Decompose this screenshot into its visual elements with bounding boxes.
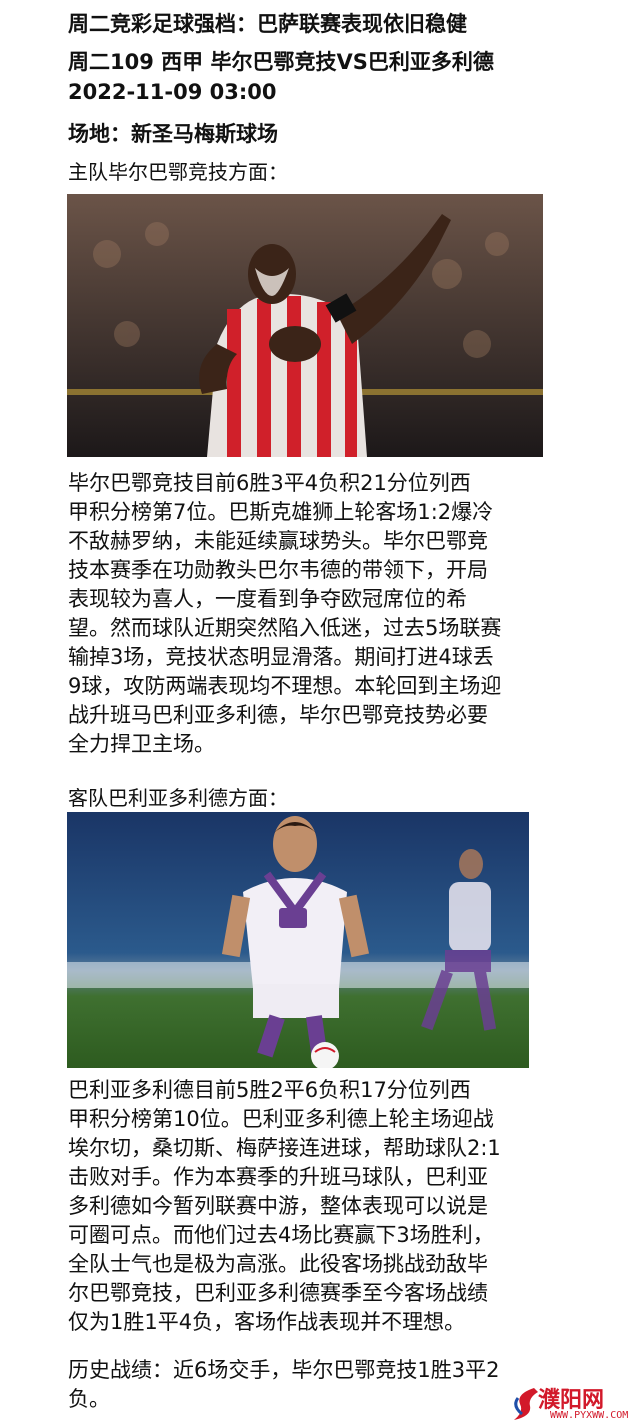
paragraph-line: 望。然而球队近期突然陷入低迷，过去5场联赛 (68, 616, 502, 640)
paragraph-line: 战升班马巴利亚多利德，毕尔巴鄂竞技势必要 (68, 703, 488, 727)
paragraph-line: 埃尔切，桑切斯、梅萨接连进球，帮助球队2:1 (68, 1136, 501, 1160)
paragraph-line: 多利德如今暂列联赛中游，整体表现可以说是 (68, 1194, 488, 1218)
paragraph-line: 技本赛季在功勋教头巴尔韦德的带领下，开局 (68, 558, 488, 582)
paragraph-line: 击败对手。作为本赛季的升班马球队，巴利亚 (68, 1165, 488, 1189)
site-watermark: 濮阳网 WWW.PYXWW.COM (508, 1380, 642, 1428)
venue: 场地：新圣马梅斯球场 (68, 122, 278, 146)
paragraph-line: 可圈可点。而他们过去4场比赛赢下3场胜利， (68, 1223, 494, 1247)
article-root: 周二竞彩足球强档：巴萨联赛表现依旧稳健 周二109 西甲 毕尔巴鄂竞技VS巴利亚… (0, 0, 642, 1428)
paragraph-line: 巴利亚多利德目前5胜2平6负积17分位列西 (68, 1078, 471, 1102)
paragraph-line: 全力捍卫主场。 (68, 732, 215, 756)
paragraph-line: 不敌赫罗纳，未能延续赢球势头。毕尔巴鄂竞 (68, 529, 488, 553)
paragraph-line: 输掉3场，竞技状态明显滑落。期间打进4球丢 (68, 645, 494, 669)
match-line: 周二109 西甲 毕尔巴鄂竞技VS巴利亚多利德 (68, 50, 494, 74)
watermark-logo-icon (514, 1388, 538, 1420)
away-paragraph: 巴利亚多利德目前5胜2平6负积17分位列西 甲积分榜第10位。巴利亚多利德上轮主… (68, 1076, 588, 1337)
paragraph-line: 表现较为喜人，一度看到争夺欧冠席位的希 (68, 587, 467, 611)
away-player-photo (67, 812, 529, 1068)
paragraph-line: 毕尔巴鄂竞技目前6胜3平4负积21分位列西 (68, 471, 471, 495)
paragraph-line: 仅为1胜1平4负，客场作战表现并不理想。 (68, 1310, 466, 1334)
home-paragraph: 毕尔巴鄂竞技目前6胜3平4负积21分位列西 甲积分榜第7位。巴斯克雄狮上轮客场1… (68, 469, 588, 759)
paragraph-line: 尔巴鄂竞技，巴利亚多利德赛季至今客场战绩 (68, 1281, 488, 1305)
match-datetime: 2022-11-09 03:00 (68, 80, 277, 104)
home-heading: 主队毕尔巴鄂竞技方面： (68, 160, 288, 184)
paragraph-line: 甲积分榜第7位。巴斯克雄狮上轮客场1:2爆冷 (68, 500, 494, 524)
watermark-url: WWW.PYXWW.COM (550, 1410, 629, 1421)
article-title: 周二竞彩足球强档：巴萨联赛表现依旧稳健 (68, 12, 467, 36)
home-player-photo (67, 194, 543, 457)
athletic-player-icon (67, 194, 543, 457)
away-heading: 客队巴利亚多利德方面： (68, 786, 288, 810)
valladolid-player-icon (67, 812, 529, 1068)
paragraph-line: 甲积分榜第10位。巴利亚多利德上轮主场迎战 (68, 1107, 494, 1131)
paragraph-line: 9球，攻防两端表现均不理想。本轮回到主场迎 (68, 674, 502, 698)
paragraph-line: 全队士气也是极为高涨。此役客场挑战劲敌毕 (68, 1252, 488, 1276)
